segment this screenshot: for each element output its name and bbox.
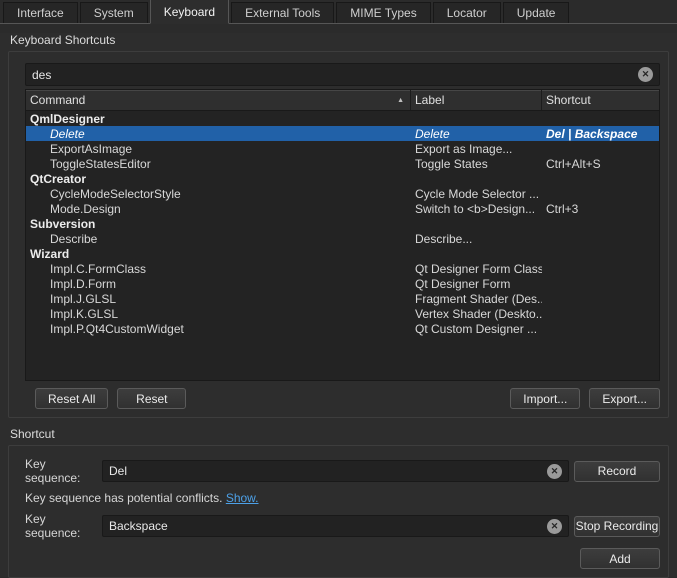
table-row[interactable]: ToggleStatesEditorToggle StatesCtrl+Alt+…	[26, 156, 659, 171]
column-header-shortcut[interactable]: Shortcut	[542, 90, 659, 110]
keyboard-settings-pane: Keyboard Shortcuts ✕ Command ▲ Label Sho…	[0, 33, 677, 577]
command-cell: ToggleStatesEditor	[26, 157, 411, 171]
import-button[interactable]: Import...	[510, 388, 580, 409]
settings-tab-bar: Interface System Keyboard External Tools…	[0, 0, 677, 24]
keyboard-shortcuts-group-title: Keyboard Shortcuts	[10, 33, 677, 47]
label-cell: Vertex Shader (Deskto...	[411, 307, 542, 321]
column-header-command[interactable]: Command ▲	[26, 90, 411, 110]
key-sequence-row-1: Key sequence: ✕ Record	[25, 457, 660, 485]
column-header-label-text: Label	[415, 93, 444, 107]
key-sequence-input-1[interactable]	[109, 464, 547, 478]
table-row[interactable]: Impl.D.FormQt Designer Form	[26, 276, 659, 291]
shortcut-cell: Ctrl+3	[542, 202, 659, 216]
tab-update[interactable]: Update	[503, 2, 570, 23]
table-row[interactable]: Impl.J.GLSLFragment Shader (Des...	[26, 291, 659, 306]
key-sequence-label-1: Key sequence:	[25, 457, 102, 485]
shortcut-filter-field[interactable]: ✕	[25, 63, 660, 86]
command-cell: ExportAsImage	[26, 142, 411, 156]
table-buttons-row: Reset All Reset Import... Export...	[25, 388, 660, 409]
command-cell: Describe	[26, 232, 411, 246]
label-cell: Switch to <b>Design...	[411, 202, 542, 216]
command-cell: CycleModeSelectorStyle	[26, 187, 411, 201]
label-cell: Qt Custom Designer ...	[411, 322, 542, 336]
tab-interface[interactable]: Interface	[3, 2, 78, 23]
label-cell: Qt Designer Form	[411, 277, 542, 291]
tab-keyboard[interactable]: Keyboard	[150, 0, 229, 24]
shortcut-group-title: Shortcut	[10, 427, 677, 441]
label-cell: Qt Designer Form Class	[411, 262, 542, 276]
tab-mime-types[interactable]: MIME Types	[336, 2, 430, 23]
table-row[interactable]: CycleModeSelectorStyleCycle Mode Selecto…	[26, 186, 659, 201]
command-cell: Delete	[26, 127, 411, 141]
shortcut-table-header: Command ▲ Label Shortcut	[26, 90, 659, 111]
key-sequence-label-2: Key sequence:	[25, 512, 102, 540]
label-cell: Delete	[411, 127, 542, 141]
column-header-label[interactable]: Label	[411, 90, 542, 110]
add-row: Add	[25, 548, 660, 569]
table-row[interactable]: DeleteDeleteDel | Backspace	[26, 126, 659, 141]
key-sequence-row-2: Key sequence: ✕ Stop Recording	[25, 512, 660, 540]
tab-system[interactable]: System	[80, 2, 148, 23]
shortcut-table[interactable]: Command ▲ Label Shortcut QmlDesignerDele…	[25, 89, 660, 381]
key-sequence-input-2[interactable]	[109, 519, 547, 533]
label-cell: Export as Image...	[411, 142, 542, 156]
command-cell: Impl.K.GLSL	[26, 307, 411, 321]
show-conflicts-link[interactable]: Show.	[226, 491, 259, 505]
command-cell: QtCreator	[26, 172, 411, 186]
shortcut-cell: Del | Backspace	[542, 127, 659, 141]
column-header-shortcut-text: Shortcut	[546, 93, 591, 107]
table-row[interactable]: Impl.P.Qt4CustomWidgetQt Custom Designer…	[26, 321, 659, 336]
sort-ascending-icon: ▲	[397, 97, 404, 104]
key-sequence-field-1[interactable]: ✕	[102, 460, 569, 482]
key-sequence-field-2[interactable]: ✕	[102, 515, 569, 537]
table-group-row[interactable]: Subversion	[26, 216, 659, 231]
table-group-row[interactable]: Wizard	[26, 246, 659, 261]
table-row[interactable]: Impl.C.FormClassQt Designer Form Class	[26, 261, 659, 276]
command-cell: QmlDesigner	[26, 112, 411, 126]
shortcut-cell: Ctrl+Alt+S	[542, 157, 659, 171]
clear-filter-icon[interactable]: ✕	[638, 67, 653, 82]
table-row[interactable]: Impl.K.GLSLVertex Shader (Deskto...	[26, 306, 659, 321]
tab-locator[interactable]: Locator	[433, 2, 501, 23]
label-cell: Toggle States	[411, 157, 542, 171]
label-cell: Fragment Shader (Des...	[411, 292, 542, 306]
conflict-warning: Key sequence has potential conflicts. Sh…	[25, 491, 660, 505]
table-row[interactable]: ExportAsImageExport as Image...	[26, 141, 659, 156]
record-button[interactable]: Record	[574, 461, 660, 482]
table-group-row[interactable]: QmlDesigner	[26, 111, 659, 126]
shortcut-filter-input[interactable]	[32, 68, 638, 82]
reset-button[interactable]: Reset	[117, 388, 186, 409]
label-cell: Cycle Mode Selector ...	[411, 187, 542, 201]
tab-external-tools[interactable]: External Tools	[231, 2, 334, 23]
clear-key-sequence-1-icon[interactable]: ✕	[547, 464, 562, 479]
command-cell: Subversion	[26, 217, 411, 231]
command-cell: Mode.Design	[26, 202, 411, 216]
add-button[interactable]: Add	[580, 548, 660, 569]
command-cell: Impl.J.GLSL	[26, 292, 411, 306]
conflict-warning-text: Key sequence has potential conflicts.	[25, 491, 222, 505]
table-group-row[interactable]: QtCreator	[26, 171, 659, 186]
label-cell: Describe...	[411, 232, 542, 246]
clear-key-sequence-2-icon[interactable]: ✕	[547, 519, 562, 534]
keyboard-shortcuts-group-box: ✕ Command ▲ Label Shortcut QmlDesignerDe…	[8, 51, 669, 418]
stop-recording-button[interactable]: Stop Recording	[574, 516, 660, 537]
command-cell: Wizard	[26, 247, 411, 261]
command-cell: Impl.D.Form	[26, 277, 411, 291]
shortcut-table-body: QmlDesignerDeleteDeleteDel | BackspaceEx…	[26, 111, 659, 380]
column-header-command-label: Command	[30, 93, 85, 107]
command-cell: Impl.C.FormClass	[26, 262, 411, 276]
export-button[interactable]: Export...	[589, 388, 660, 409]
table-row[interactable]: DescribeDescribe...	[26, 231, 659, 246]
reset-all-button[interactable]: Reset All	[35, 388, 108, 409]
shortcut-group-box: Key sequence: ✕ Record Key sequence has …	[8, 445, 669, 578]
table-row[interactable]: Mode.DesignSwitch to <b>Design...Ctrl+3	[26, 201, 659, 216]
command-cell: Impl.P.Qt4CustomWidget	[26, 322, 411, 336]
